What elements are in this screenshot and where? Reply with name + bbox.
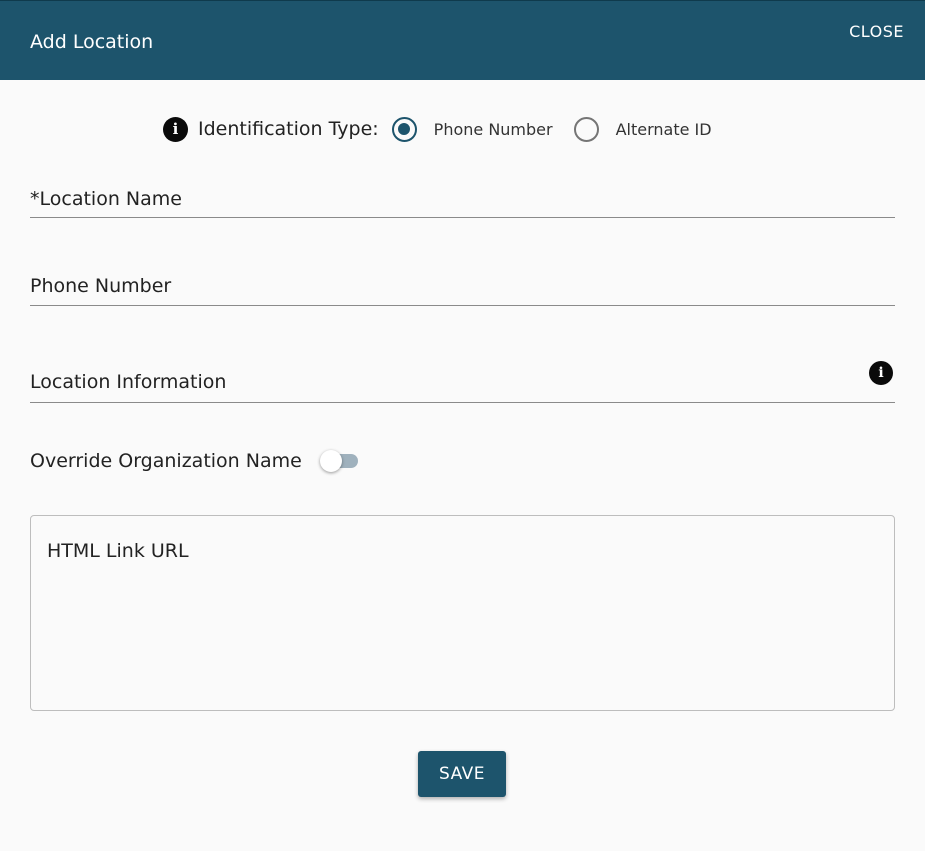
override-organization-toggle[interactable]: [319, 448, 362, 474]
dialog-title: Add Location: [30, 31, 154, 53]
toggle-thumb[interactable]: [319, 450, 342, 472]
location-name-field[interactable]: *Location Name: [30, 185, 895, 218]
close-button[interactable]: CLOSE: [849, 22, 904, 41]
location-information-field[interactable]: Location Information i: [30, 361, 895, 403]
phone-number-radio-label[interactable]: Phone Number: [434, 120, 553, 139]
override-organization-row: Override Organization Name: [30, 448, 362, 474]
html-link-url-textarea[interactable]: HTML Link URL: [30, 515, 895, 711]
phone-number-field[interactable]: Phone Number: [30, 272, 895, 306]
dialog-header: Add Location CLOSE: [0, 0, 925, 80]
location-name-label: *Location Name: [30, 188, 182, 210]
save-button[interactable]: SAVE: [418, 751, 506, 797]
location-information-label: Location Information: [30, 371, 227, 393]
phone-number-label: Phone Number: [30, 275, 172, 297]
html-link-url-label: HTML Link URL: [47, 540, 189, 562]
identification-type-label: Identification Type:: [198, 118, 379, 140]
info-icon[interactable]: i: [163, 116, 188, 142]
alternate-id-radio[interactable]: [573, 116, 599, 142]
override-organization-label: Override Organization Name: [30, 450, 302, 472]
info-icon[interactable]: i: [869, 361, 893, 385]
identification-type-row: i Identification Type: Phone Number Alte…: [163, 115, 712, 143]
phone-number-radio[interactable]: [391, 116, 417, 142]
alternate-id-radio-label[interactable]: Alternate ID: [616, 120, 712, 139]
